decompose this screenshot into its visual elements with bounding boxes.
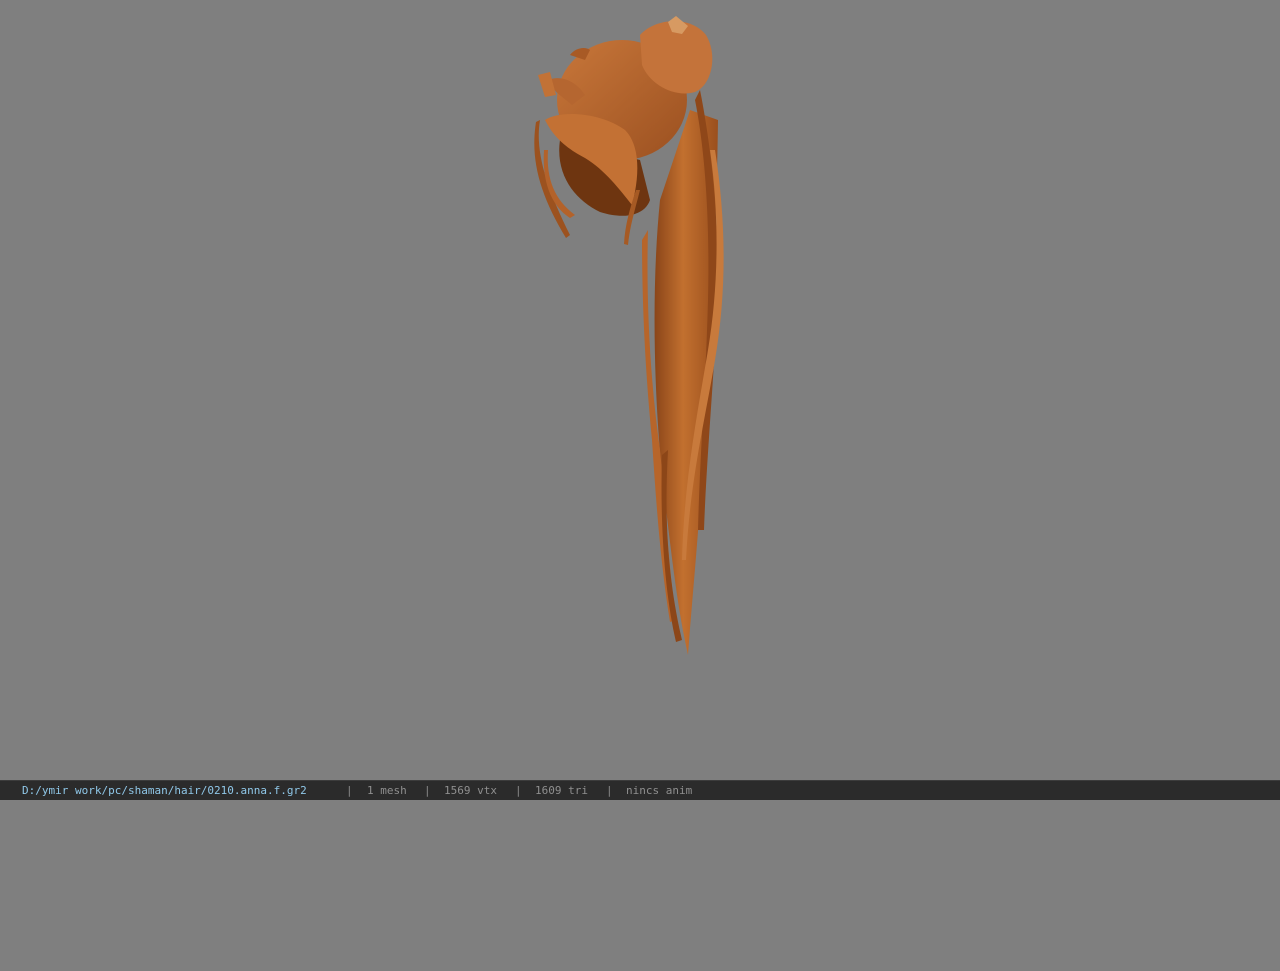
3d-viewport[interactable]: [0, 0, 1280, 780]
status-vertex-count: 1569 vtx: [444, 784, 497, 797]
status-separator: |: [424, 784, 431, 797]
status-separator: |: [606, 784, 613, 797]
status-anim: nincs anim: [626, 784, 693, 797]
status-triangle-count: 1609 tri: [535, 784, 588, 797]
status-file-path: D:/ymir work/pc/shaman/hair/0210.anna.f.…: [22, 784, 307, 797]
status-mesh-count: 1 mesh: [367, 784, 407, 797]
status-separator: |: [515, 784, 522, 797]
status-separator: |: [346, 784, 353, 797]
status-bar: D:/ymir work/pc/shaman/hair/0210.anna.f.…: [0, 780, 1280, 800]
hair-model-render[interactable]: [0, 0, 1280, 780]
